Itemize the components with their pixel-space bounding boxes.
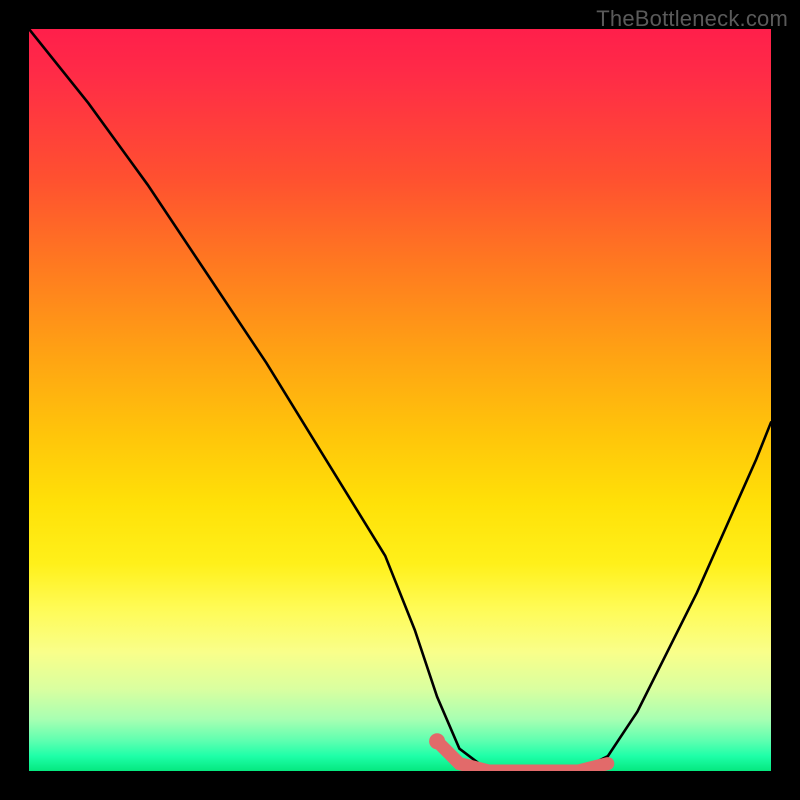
highlight-segment-line xyxy=(437,741,608,771)
bottleneck-curve-line xyxy=(29,29,771,771)
curve-path xyxy=(29,29,771,771)
chart-frame: TheBottleneck.com xyxy=(0,0,800,800)
watermark-text: TheBottleneck.com xyxy=(596,6,788,32)
highlight-dot xyxy=(429,733,445,749)
chart-svg xyxy=(29,29,771,771)
highlight-path xyxy=(437,741,608,771)
plot-area xyxy=(29,29,771,771)
